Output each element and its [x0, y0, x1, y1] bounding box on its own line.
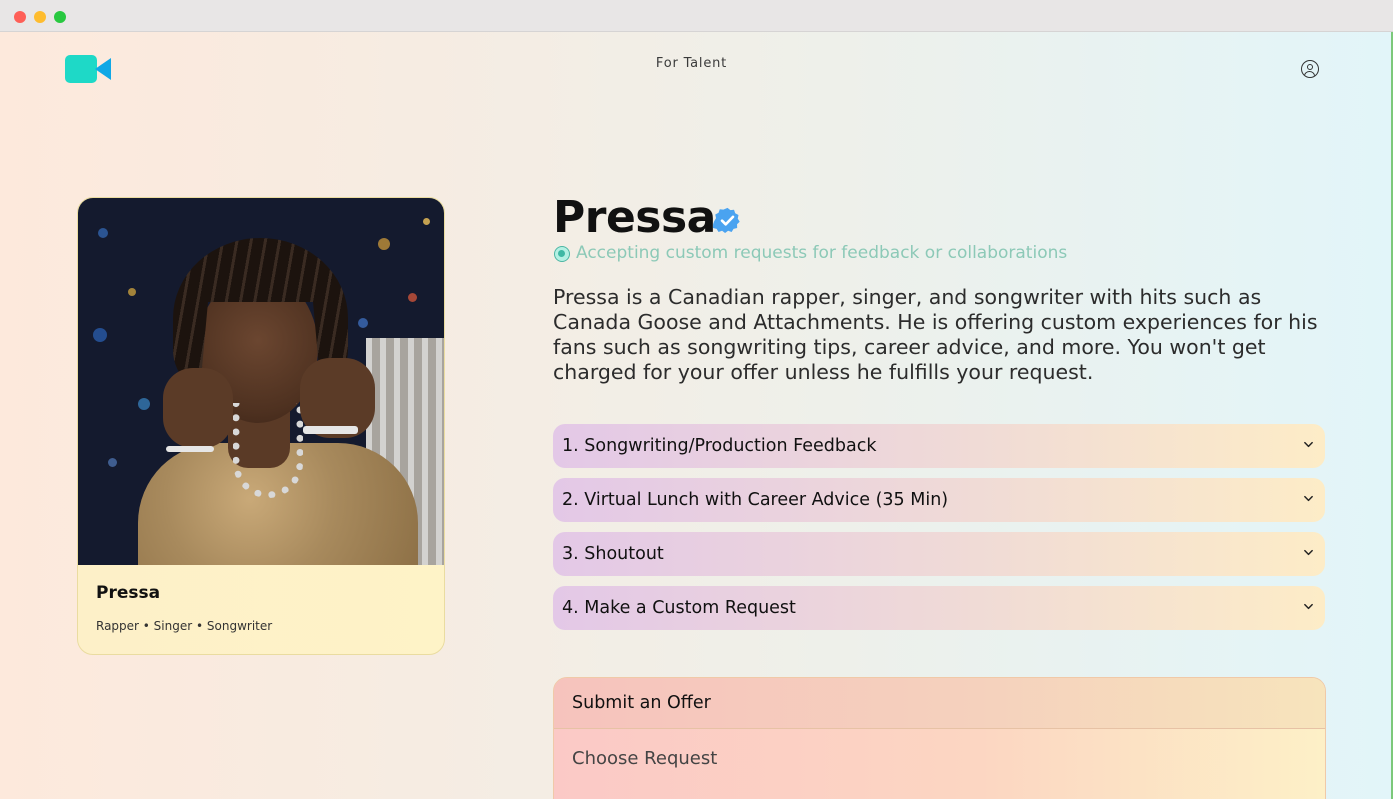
chevron-down-icon	[1304, 441, 1313, 448]
profile-card-name: Pressa	[96, 583, 161, 603]
offering-label: 2. Virtual Lunch with Career Advice (35 …	[562, 490, 949, 510]
offering-label: 4. Make a Custom Request	[562, 598, 796, 618]
user-circle-icon[interactable]	[1301, 60, 1319, 78]
submit-offer-header: Submit an Offer	[554, 678, 1325, 729]
status-indicator-icon	[554, 246, 570, 262]
chevron-down-icon	[1304, 603, 1313, 610]
artist-photo	[78, 198, 444, 565]
offerings-list: 1. Songwriting/Production Feedback 2. Vi…	[553, 424, 1325, 640]
offering-item[interactable]: 4. Make a Custom Request	[553, 586, 1325, 630]
artist-name: Pressa	[553, 192, 716, 243]
submit-offer-title: Submit an Offer	[572, 693, 711, 713]
profile-card: Pressa Rapper • Singer • Songwriter	[77, 197, 445, 655]
page-content: For Talent Pressa Rapper • Singer • Song…	[0, 32, 1393, 799]
video-camera-icon[interactable]	[65, 55, 111, 83]
chevron-down-icon	[1304, 549, 1313, 556]
offering-item[interactable]: 1. Songwriting/Production Feedback	[553, 424, 1325, 468]
for-talent-link[interactable]: For Talent	[600, 56, 783, 71]
profile-card-roles: Rapper • Singer • Songwriter	[96, 619, 273, 633]
close-window-button[interactable]	[14, 11, 26, 23]
verified-badge-icon	[713, 207, 740, 233]
offering-label: 3. Shoutout	[562, 544, 664, 564]
artist-bio: Pressa is a Canadian rapper, singer, and…	[553, 285, 1318, 384]
offering-label: 1. Songwriting/Production Feedback	[562, 436, 877, 456]
status-text: Accepting custom requests for feedback o…	[576, 243, 1068, 263]
choose-request-select[interactable]: Choose Request	[572, 748, 717, 769]
window-title-bar	[0, 0, 1393, 32]
maximize-window-button[interactable]	[54, 11, 66, 23]
offering-item[interactable]: 2. Virtual Lunch with Career Advice (35 …	[553, 478, 1325, 522]
chevron-down-icon	[1304, 495, 1313, 502]
minimize-window-button[interactable]	[34, 11, 46, 23]
submit-offer-panel: Submit an Offer Choose Request	[553, 677, 1326, 799]
offering-item[interactable]: 3. Shoutout	[553, 532, 1325, 576]
